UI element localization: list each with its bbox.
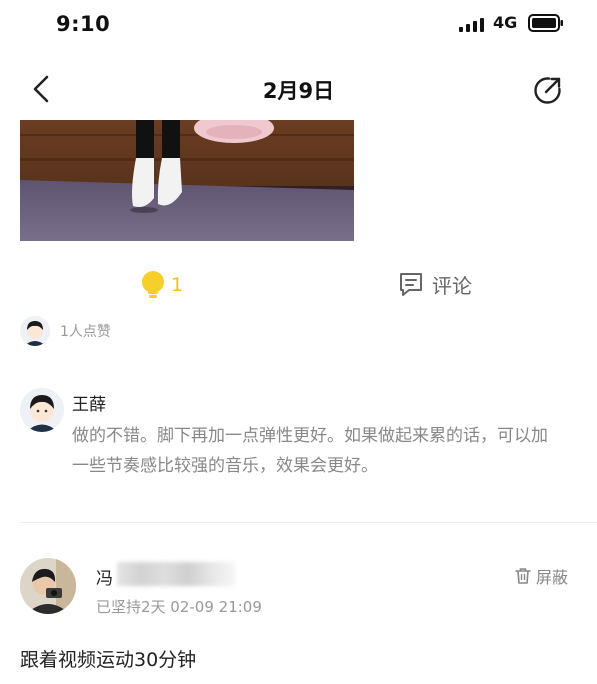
comment-button[interactable]: 评论 (398, 270, 472, 299)
post-text: 跟着视频运动30分钟 (20, 649, 197, 671)
author-avatar[interactable] (20, 558, 76, 614)
signal-icon (459, 18, 484, 32)
liker-avatar (20, 316, 50, 346)
post-meta: 已坚持2天 02-09 21:09 (96, 598, 262, 616)
comment-icon (400, 272, 422, 296)
share-icon[interactable] (532, 74, 564, 106)
block-label: 屏蔽 (536, 568, 569, 587)
comment-label: 评论 (432, 274, 472, 298)
status-time: 9:10 (56, 12, 111, 36)
video-thumbnail[interactable] (20, 120, 354, 241)
commenter-name[interactable]: 王薛 (72, 390, 106, 415)
divider (20, 522, 597, 523)
likes-summary: 1人点赞 (60, 324, 111, 340)
network-type: 4G (493, 13, 518, 32)
like-button[interactable]: 1 (140, 270, 183, 300)
lightbulb-icon (142, 271, 164, 298)
author-name-redaction (117, 562, 235, 586)
like-count: 1 (171, 274, 184, 296)
commenter-avatar[interactable] (20, 388, 64, 432)
trash-icon (515, 568, 531, 584)
comment-text: 做的不错。脚下再加一点弹性更好。如果做起来累的话，可以加一些节奏感比较强的音乐，… (72, 426, 548, 476)
block-button[interactable]: 屏蔽 (515, 564, 568, 588)
battery-icon (528, 14, 563, 32)
author-name[interactable]: 冯 (96, 564, 113, 589)
page-title: 2月9日 (262, 79, 335, 103)
